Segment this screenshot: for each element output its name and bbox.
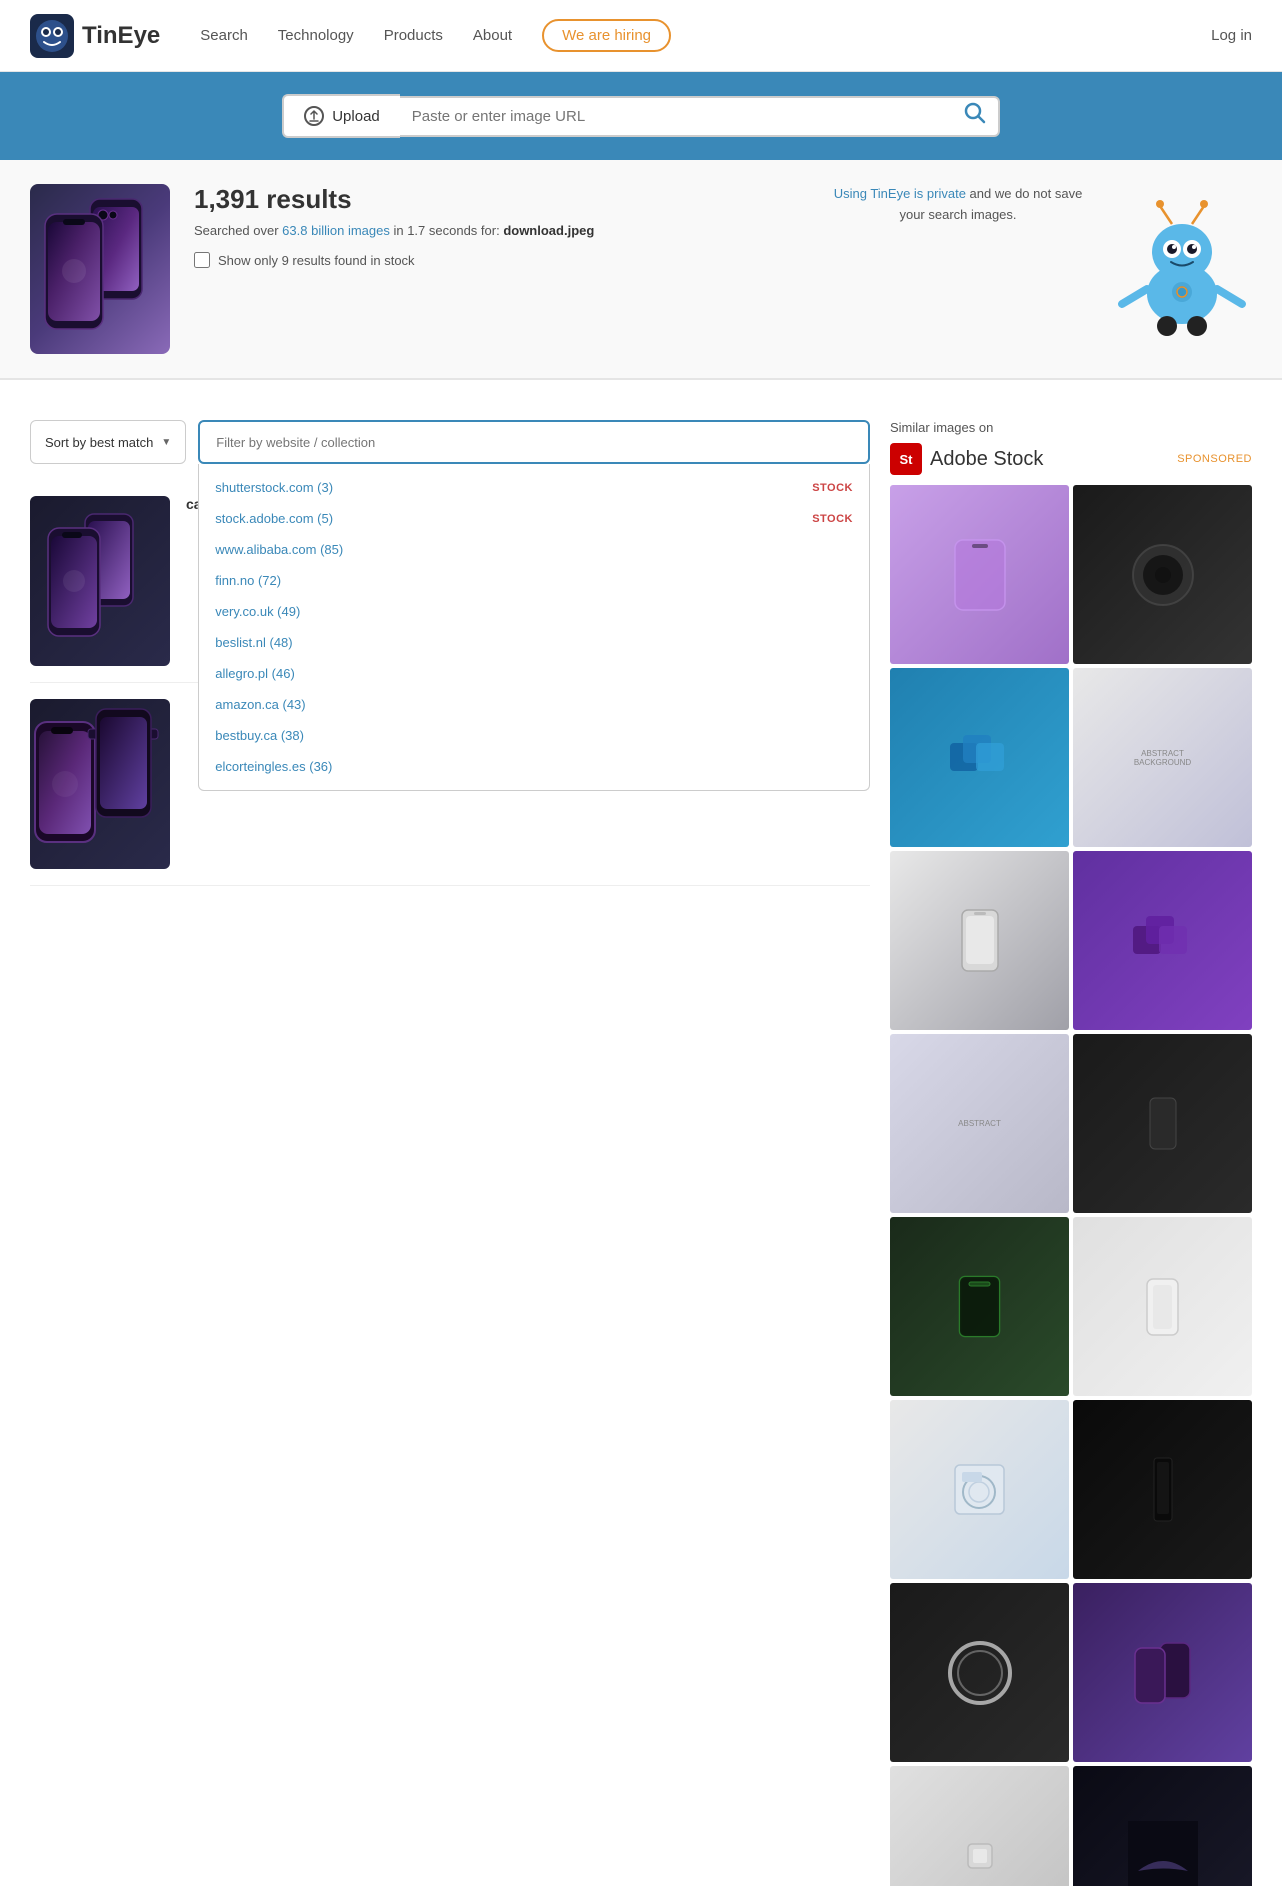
right-panel: Similar images on St Adobe Stock SPONSOR… [890, 420, 1252, 1886]
nav-products[interactable]: Products [384, 27, 443, 44]
stock-thumb-10[interactable] [1073, 1217, 1252, 1396]
search-bar-section: Upload [0, 72, 1282, 160]
stock-thumb-16[interactable] [1073, 1766, 1252, 1886]
filter-input[interactable] [198, 420, 870, 464]
result-info: 1,391 results Searched over 63.8 billion… [194, 184, 804, 354]
main-nav: Search Technology Products About We are … [200, 19, 1211, 52]
sort-dropdown[interactable]: Sort by best match ▼ [30, 420, 186, 464]
sort-label: Sort by best match [45, 435, 153, 450]
stock-thumb-14[interactable] [1073, 1583, 1252, 1762]
logo-text: TinEye [82, 22, 160, 50]
stock-thumb-1[interactable] [890, 485, 1069, 664]
filter-dropdown-wrapper: shutterstock.com (3)STOCKstock.adobe.com… [198, 420, 870, 464]
stock-thumb-12[interactable] [1073, 1400, 1252, 1579]
left-panel: Sort by best match ▼ shutterstock.com (3… [30, 420, 870, 1886]
filter-dropdown-item[interactable]: allegro.pl (46) [199, 658, 869, 689]
result-description: Searched over 63.8 billion images in 1.7… [194, 223, 804, 238]
url-search-input[interactable] [412, 98, 964, 135]
adobe-header: St Adobe Stock SPONSORED [890, 443, 1252, 475]
logo-link[interactable]: TinEye [30, 14, 160, 58]
nav-about[interactable]: About [473, 27, 512, 44]
sort-chevron-icon: ▼ [161, 437, 171, 448]
filter-dropdown-item[interactable]: finn.no (72) [199, 565, 869, 596]
result-phone-svg-1 [40, 506, 160, 656]
stock-thumb-6[interactable] [1073, 851, 1252, 1030]
nav-technology[interactable]: Technology [278, 27, 354, 44]
billion-link[interactable]: 63.8 billion images [282, 223, 390, 238]
result-thumb-2 [30, 699, 170, 869]
sponsored-tag: SPONSORED [1177, 453, 1252, 465]
stock-thumb-8[interactable] [1073, 1034, 1252, 1213]
filter-row: Sort by best match ▼ shutterstock.com (3… [30, 420, 870, 464]
upload-icon [304, 106, 324, 126]
robot-mascot [1112, 184, 1252, 344]
search-input-wrapper [400, 96, 1000, 137]
login-button[interactable]: Log in [1211, 27, 1252, 44]
upload-label: Upload [332, 108, 380, 125]
stock-filter-checkbox-label[interactable]: Show only 9 results found in stock [194, 252, 804, 268]
adobe-stock-label: Adobe Stock [930, 448, 1043, 471]
filter-dropdown-item[interactable]: www.alibaba.com (85) [199, 534, 869, 565]
result-phone-svg-2 [30, 704, 170, 864]
stock-checkbox-label: Show only 9 results found in stock [218, 253, 415, 268]
filter-dropdown-item[interactable]: beslist.nl (48) [199, 627, 869, 658]
search-submit-button[interactable] [964, 102, 986, 130]
stock-thumb-9[interactable] [890, 1217, 1069, 1396]
stock-thumb-4[interactable]: ABSTRACTBACKGROUND [1073, 668, 1252, 847]
stock-thumb-11[interactable] [890, 1400, 1069, 1579]
query-phone-svg [35, 189, 165, 349]
stock-filter-checkbox[interactable] [194, 252, 210, 268]
stock-thumb-15[interactable] [890, 1766, 1069, 1886]
filter-dropdown-item[interactable]: bestbuy.ca (38) [199, 720, 869, 751]
upload-button[interactable]: Upload [282, 94, 400, 138]
filter-dropdown-item[interactable]: very.co.uk (49) [199, 596, 869, 627]
filter-dropdown-item[interactable]: elcorteingles.es (36) [199, 751, 869, 782]
query-image [30, 184, 170, 354]
result-thumb-1 [30, 496, 170, 666]
header: TinEye Search Technology Products About … [0, 0, 1282, 72]
stock-thumb-2[interactable] [1073, 485, 1252, 664]
filter-dropdown-item[interactable]: amazon.ca (43) [199, 689, 869, 720]
filter-dropdown-item[interactable]: shutterstock.com (3)STOCK [199, 472, 869, 503]
stock-thumb-7[interactable]: ABSTRACT [890, 1034, 1069, 1213]
robot-svg [1112, 184, 1252, 344]
nav-search[interactable]: Search [200, 27, 248, 44]
stock-image-grid: ABSTRACTBACKGROUND ABSTRACT [890, 485, 1252, 1886]
results-info-section: 1,391 results Searched over 63.8 billion… [0, 160, 1282, 379]
stock-thumb-5[interactable] [890, 851, 1069, 1030]
result-count: 1,391 results [194, 184, 804, 215]
privacy-link[interactable]: Using TinEye is private [834, 186, 966, 201]
stock-thumb-13[interactable] [890, 1583, 1069, 1762]
filter-dropdown-list: shutterstock.com (3)STOCKstock.adobe.com… [198, 464, 870, 791]
tineye-logo-icon [30, 14, 74, 58]
main-content: Sort by best match ▼ shutterstock.com (3… [0, 400, 1282, 1886]
filter-dropdown-item[interactable]: stock.adobe.com (5)STOCK [199, 503, 869, 534]
hiring-button[interactable]: We are hiring [542, 19, 671, 52]
stock-thumb-3[interactable] [890, 668, 1069, 847]
similar-label: Similar images on [890, 420, 1252, 435]
adobe-stock-icon: St [890, 443, 922, 475]
section-divider [0, 379, 1282, 380]
privacy-note: Using TinEye is private and we do not sa… [828, 184, 1088, 354]
